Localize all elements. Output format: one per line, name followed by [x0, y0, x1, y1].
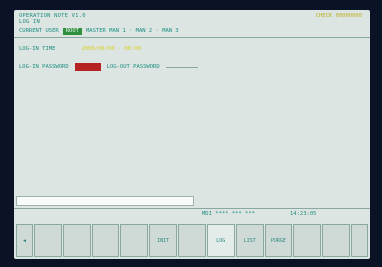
logout-password-field[interactable] [165, 66, 198, 68]
key-input-buffer[interactable] [16, 196, 194, 206]
login-time-row: LOG-IN TIME 2000/00/00 · 00:00 [19, 46, 141, 52]
login-password-field[interactable] [74, 63, 101, 71]
login-password-label: LOG-IN PASSWORD [19, 64, 69, 70]
login-time-label: LOG-IN TIME [19, 46, 56, 52]
softkey-6[interactable] [178, 224, 206, 257]
current-user-label: CURRENT USER [19, 28, 59, 34]
softkey-log[interactable]: LOG [206, 224, 235, 257]
softkey-list[interactable]: LIST [235, 224, 264, 257]
user-level-list: MASTER MAN 1 · MAN 2 · MAN 3 [86, 28, 179, 34]
login-time-value: 2000/00/00 · 00:00 [81, 46, 142, 52]
cnc-screen: OPERATION NOTE V1.0 LOG IN CHECK 0000000… [14, 10, 370, 259]
logout-password-label: LOG-OUT PASSWORD [106, 64, 160, 70]
softkey-bar: ◀ INIT LOG LIST PURGE [16, 224, 368, 257]
footer-divider [14, 208, 370, 209]
screen-subtitle: LOG IN [19, 19, 41, 25]
password-row: LOG-IN PASSWORD LOG-OUT PASSWORD [19, 63, 198, 71]
current-user-row: CURRENT USER ROOT MASTER MAN 1 · MAN 2 ·… [19, 27, 179, 35]
softkey-purge[interactable]: PURGE [264, 224, 293, 257]
clock: 14:23:05 [290, 211, 317, 217]
softkey-4[interactable] [120, 224, 149, 257]
softkey-init[interactable]: INIT [149, 224, 178, 257]
softkey-left-arrow-icon[interactable]: ◀ [16, 224, 33, 257]
softkey-right-end[interactable] [350, 224, 368, 257]
header-divider [14, 37, 370, 38]
softkey-2[interactable] [62, 224, 91, 257]
softkey-10[interactable] [293, 224, 322, 257]
current-user-badge: ROOT [62, 27, 82, 35]
softkey-11[interactable] [322, 224, 350, 257]
softkey-3[interactable] [91, 224, 120, 257]
mode-status: MDI **** *** *** [202, 211, 255, 217]
softkey-1[interactable] [34, 224, 62, 257]
serial-number: CHECK 00000000 [315, 13, 362, 19]
